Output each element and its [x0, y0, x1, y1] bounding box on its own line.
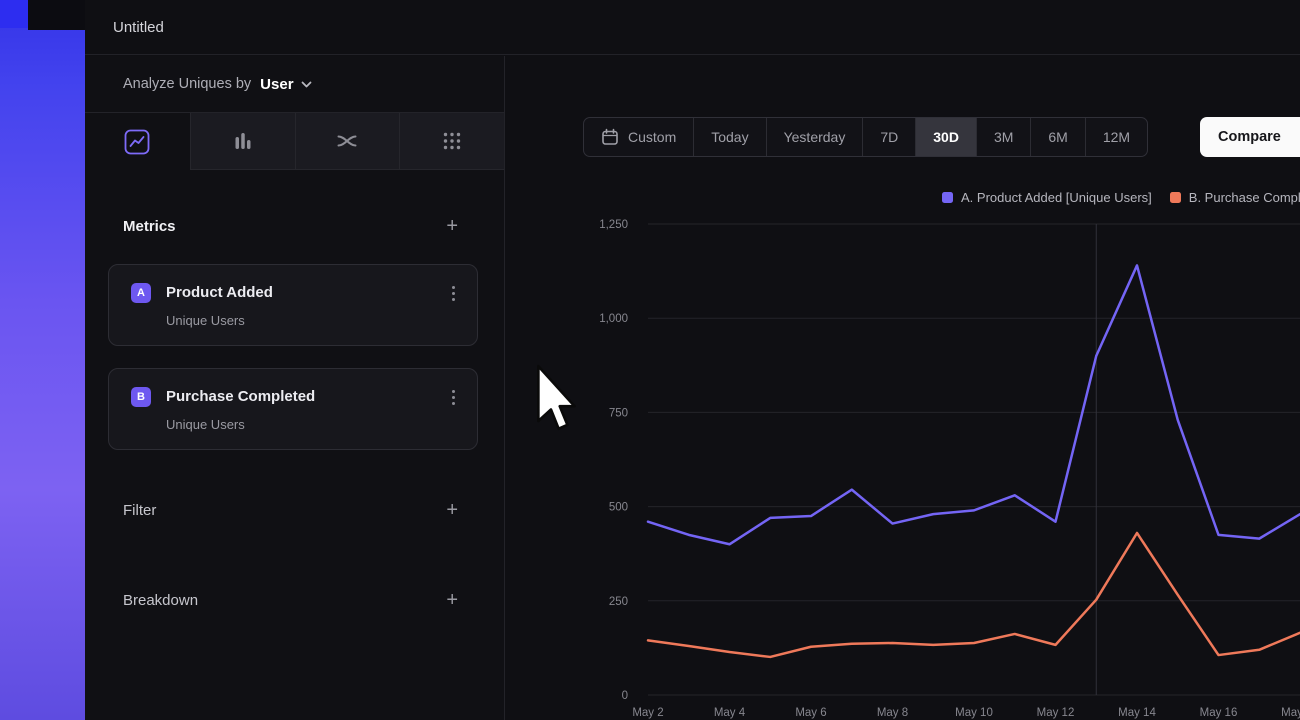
svg-text:250: 250 — [609, 596, 628, 608]
metric-measure[interactable]: Unique Users — [166, 417, 459, 433]
svg-text:May 2: May 2 — [632, 707, 663, 719]
svg-text:1,000: 1,000 — [599, 313, 628, 325]
chart-legend: A. Product Added [Unique Users] B. Purch… — [942, 190, 1300, 205]
add-filter-button[interactable]: + — [446, 500, 458, 520]
svg-text:May 6: May 6 — [795, 707, 826, 719]
breakdown-section-header: Breakdown + — [108, 588, 478, 612]
range-label: 7D — [880, 129, 898, 145]
svg-text:May 8: May 8 — [877, 707, 908, 719]
tab-insights[interactable] — [85, 113, 190, 170]
report-title[interactable]: Untitled — [113, 19, 164, 36]
metrics-heading: Metrics — [123, 218, 176, 235]
svg-text:May 4: May 4 — [714, 707, 746, 719]
chart-area: 0 250 500 750 1,000 1,250 May 2 May 4 May 6 May 8… — [505, 56, 1300, 720]
svg-text:May 12: May 12 — [1037, 707, 1075, 719]
line-chart-icon — [124, 129, 150, 155]
filter-section-header: Filter + — [108, 498, 478, 522]
metric-badge-a: A — [131, 283, 151, 303]
range-label: Today — [711, 129, 748, 145]
metric-badge-b: B — [131, 387, 151, 407]
range-label: Custom — [628, 129, 676, 145]
chevron-down-icon — [301, 81, 312, 88]
kebab-menu-icon[interactable] — [448, 388, 459, 407]
app-window: Untitled Analyze Uniques by User — [0, 0, 1300, 720]
svg-text:May 10: May 10 — [955, 707, 993, 719]
range-3m[interactable]: 3M — [976, 118, 1030, 156]
range-label: 3M — [994, 129, 1013, 145]
range-7d[interactable]: 7D — [862, 118, 915, 156]
flows-icon — [335, 129, 359, 153]
range-label: 12M — [1103, 129, 1130, 145]
svg-text:1,250: 1,250 — [599, 219, 628, 231]
svg-text:May 14: May 14 — [1118, 707, 1156, 719]
analyze-entity-value: User — [260, 76, 293, 93]
compare-button[interactable]: Compare — [1200, 117, 1300, 157]
legend-item-b[interactable]: B. Purchase Completed [Unique Users] — [1170, 190, 1300, 205]
svg-text:500: 500 — [609, 502, 628, 514]
range-today[interactable]: Today — [693, 118, 765, 156]
tab-flows[interactable] — [295, 113, 400, 170]
range-custom[interactable]: Custom — [584, 118, 693, 156]
metric-name[interactable]: Product Added — [166, 282, 448, 304]
kebab-menu-icon[interactable] — [448, 284, 459, 303]
svg-text:May 16: May 16 — [1200, 707, 1238, 719]
analyze-by-row: Analyze Uniques by User — [85, 56, 504, 113]
decorative-gradient-bar — [0, 0, 85, 720]
metric-card-b[interactable]: B Purchase Completed Unique Users — [108, 368, 478, 450]
range-label: Yesterday — [784, 129, 846, 145]
calendar-icon — [601, 128, 619, 146]
metrics-section-header: Metrics + — [108, 214, 478, 238]
analyze-by-label: Analyze Uniques by — [123, 76, 251, 92]
svg-text:May 18: May 18 — [1281, 707, 1300, 719]
builder-sections: Metrics + A Product Added Unique Users B… — [85, 214, 504, 612]
legend-swatch-b — [1170, 192, 1181, 203]
svg-text:750: 750 — [609, 407, 628, 419]
legend-label: B. Purchase Completed [Unique Users] — [1189, 190, 1300, 205]
tab-bar-report[interactable] — [190, 113, 295, 170]
range-6m[interactable]: 6M — [1030, 118, 1084, 156]
legend-item-a[interactable]: A. Product Added [Unique Users] — [942, 190, 1152, 205]
range-yesterday[interactable]: Yesterday — [766, 118, 863, 156]
report-type-tabs — [85, 113, 504, 170]
retention-grid-icon — [440, 129, 464, 153]
tab-retention[interactable] — [399, 113, 504, 170]
filter-heading: Filter — [123, 502, 156, 519]
metric-measure[interactable]: Unique Users — [166, 313, 459, 329]
metric-name[interactable]: Purchase Completed — [166, 386, 448, 408]
range-12m[interactable]: 12M — [1085, 118, 1147, 156]
metric-card-a[interactable]: A Product Added Unique Users — [108, 264, 478, 346]
top-bar: Untitled — [85, 0, 1300, 55]
analyze-entity-dropdown[interactable]: User — [260, 76, 311, 93]
range-label: 6M — [1048, 129, 1067, 145]
range-label: 30D — [933, 129, 959, 145]
legend-swatch-a — [942, 192, 953, 203]
breakdown-heading: Breakdown — [123, 592, 198, 609]
bar-chart-icon — [231, 129, 255, 153]
range-30d[interactable]: 30D — [915, 118, 976, 156]
gradient-shadow — [28, 0, 85, 30]
legend-label: A. Product Added [Unique Users] — [961, 190, 1152, 205]
svg-text:0: 0 — [622, 690, 628, 702]
add-breakdown-button[interactable]: + — [446, 590, 458, 610]
add-metric-button[interactable]: + — [446, 216, 458, 236]
query-builder-panel: Analyze Uniques by User — [85, 56, 505, 720]
date-range-toolbar: Custom Today Yesterday 7D 30D 3M 6M 12M — [583, 117, 1148, 157]
gradient-highlight — [0, 0, 28, 28]
